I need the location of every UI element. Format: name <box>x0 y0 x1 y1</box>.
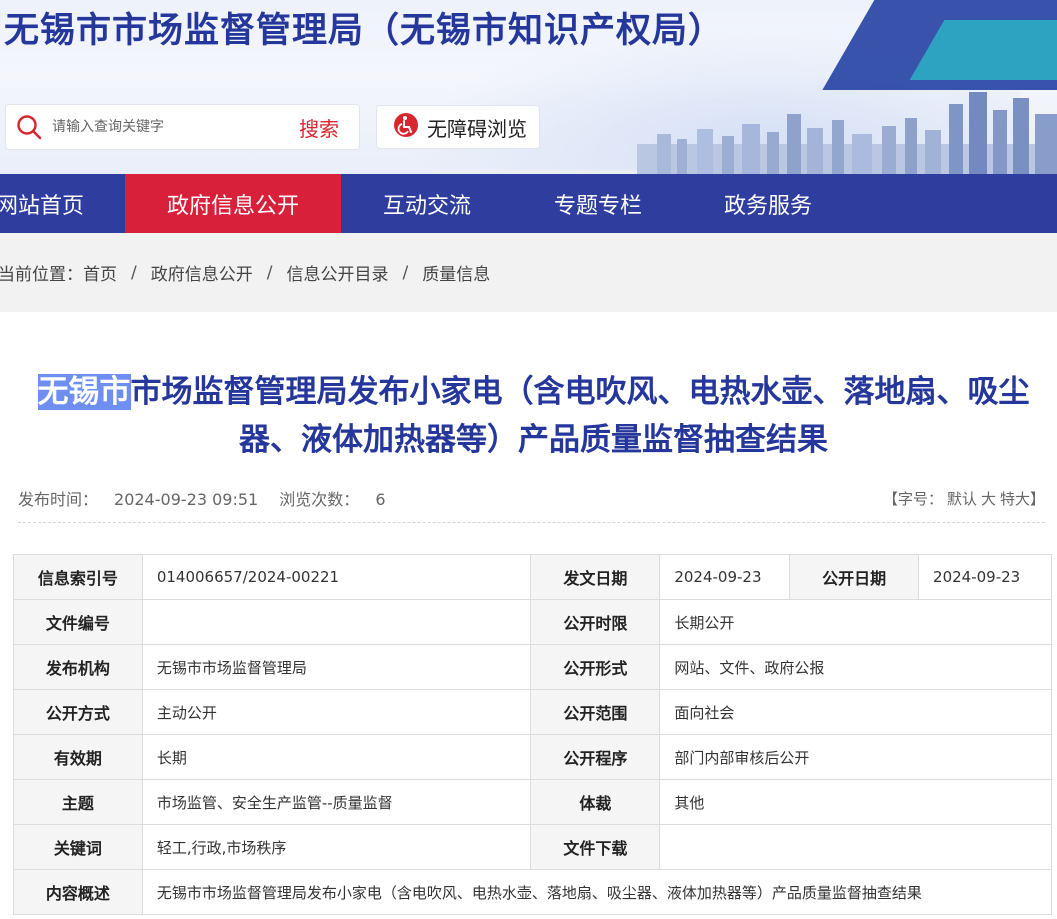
keywords-value: 轻工,行政,市场秩序 <box>141 824 532 870</box>
pub-period-label: 公开时限 <box>530 599 661 645</box>
table-row: 公开方式 主动公开 公开范围 面向社会 <box>13 689 1052 735</box>
wheelchair-icon <box>393 112 419 143</box>
nav-item-label: 专题专栏 <box>553 193 642 219</box>
table-row: 文件编号 公开时限 长期公开 <box>13 599 1052 645</box>
pub-date-label: 公开日期 <box>789 554 920 600</box>
table-row: 主题 市场监管、安全生产监管--质量监督 体裁 其他 <box>13 779 1052 825</box>
view-count: 浏览次数： 6 <box>279 490 385 509</box>
pub-scope-value: 面向社会 <box>659 689 1052 735</box>
doc-date-value: 2024-09-23 <box>659 554 791 600</box>
article-title: 无锡市市场监督管理局发布小家电（含电吹风、电热水壶、落地扇、吸尘 器、液体加热器… <box>10 368 1057 464</box>
topic-label: 主题 <box>13 779 143 825</box>
view-count-value: 6 <box>375 490 386 509</box>
keywords-label: 关键词 <box>13 824 143 870</box>
pub-proc-value: 部门内部审核后公开 <box>659 734 1052 780</box>
genre-value: 其他 <box>659 779 1052 825</box>
publish-time: 发布时间： 2024-09-23 09:51 <box>18 490 258 509</box>
nav-item-home[interactable]: 网站首页 <box>0 174 125 233</box>
genre-label: 体裁 <box>530 779 661 825</box>
pub-scope-label: 公开范围 <box>530 689 661 735</box>
accessibility-label: 无障碍浏览 <box>427 116 527 141</box>
article-meta-left: 发布时间： 2024-09-23 09:51 浏览次数： 6 <box>18 486 386 510</box>
view-count-label: 浏览次数： <box>279 490 360 509</box>
font-size-default[interactable]: 默认 <box>947 490 977 508</box>
breadcrumb: 当前位置： 首页 / 政府信息公开 / 信息公开目录 / 质量信息 <box>0 233 1057 312</box>
download-value[interactable] <box>659 824 1052 870</box>
breadcrumb-prefix: 当前位置： <box>0 265 83 285</box>
article-meta: 发布时间： 2024-09-23 09:51 浏览次数： 6 【字号： 默认大特大】 <box>18 486 1045 510</box>
table-row: 信息索引号 014006657/2024-00221 发文日期 2024-09-… <box>13 554 1052 600</box>
breadcrumb-separator: / <box>402 262 409 283</box>
article-title-line2: 器、液体加热器等）产品质量监督抽查结果 <box>239 422 828 458</box>
table-row: 有效期 长期 公开程序 部门内部审核后公开 <box>13 734 1052 780</box>
pub-proc-label: 公开程序 <box>530 734 661 780</box>
font-size-label: 【字号： <box>882 489 943 508</box>
breadcrumb-link-home[interactable]: 首页 <box>83 260 117 285</box>
org-value: 无锡市市场监督管理局 <box>141 644 532 690</box>
publish-time-value: 2024-09-23 09:51 <box>114 490 259 509</box>
divider <box>18 522 1045 523</box>
main-nav: 网站首页 政府信息公开 互动交流 专题专栏 政务服务 <box>0 174 1057 233</box>
nav-item-label: 互动交流 <box>382 193 471 219</box>
pub-method-value: 主动公开 <box>141 689 532 735</box>
search-button[interactable]: 搜索 <box>299 113 359 142</box>
topic-value: 市场监管、安全生产监管--质量监督 <box>141 779 532 825</box>
nav-item-label: 政务服务 <box>723 193 812 219</box>
index-no-label: 信息索引号 <box>13 554 143 600</box>
city-skyline-image <box>637 92 1057 174</box>
font-size-large[interactable]: 大 <box>981 490 996 508</box>
pub-period-value: 长期公开 <box>659 599 1052 645</box>
doc-date-label: 发文日期 <box>530 554 661 600</box>
summary-value: 无锡市市场监督管理局发布小家电（含电吹风、电热水壶、落地扇、吸尘器、液体加热器等… <box>141 869 1053 915</box>
nav-item-interaction[interactable]: 互动交流 <box>341 174 513 233</box>
search-box: 搜索 <box>5 104 360 150</box>
info-table: 信息索引号 014006657/2024-00221 发文日期 2024-09-… <box>13 554 1053 915</box>
title-text: 市场监督管理局发布小家电（含电吹风、电热水壶、落地扇、吸尘 <box>130 374 1030 410</box>
nav-item-special-topics[interactable]: 专题专栏 <box>513 174 683 233</box>
search-icon[interactable] <box>6 104 52 150</box>
pub-form-label: 公开形式 <box>530 644 661 690</box>
breadcrumb-separator: / <box>131 262 137 283</box>
accessibility-button[interactable]: 无障碍浏览 <box>376 105 540 149</box>
site-title: 无锡市市场监督管理局（无锡市知识产权局） <box>4 11 725 51</box>
font-size-control: 【字号： 默认大特大】 <box>883 488 1045 509</box>
validity-value: 长期 <box>141 734 532 780</box>
index-no-value: 014006657/2024-00221 <box>141 554 532 600</box>
doc-no-label: 文件编号 <box>13 599 143 645</box>
nav-item-label: 政府信息公开 <box>166 193 299 219</box>
nav-item-gov-info[interactable]: 政府信息公开 <box>125 174 341 233</box>
breadcrumb-link-catalog[interactable]: 信息公开目录 <box>286 260 388 285</box>
table-row: 发布机构 无锡市市场监督管理局 公开形式 网站、文件、政府公报 <box>13 644 1052 690</box>
breadcrumb-separator: / <box>266 262 273 283</box>
publish-time-label: 发布时间： <box>18 490 99 509</box>
article-title-line1: 无锡市市场监督管理局发布小家电（含电吹风、电热水壶、落地扇、吸尘 <box>10 368 1057 416</box>
table-row: 内容概述 无锡市市场监督管理局发布小家电（含电吹风、电热水壶、落地扇、吸尘器、液… <box>13 869 1053 915</box>
validity-label: 有效期 <box>13 734 143 780</box>
download-label: 文件下载 <box>530 824 661 870</box>
breadcrumb-link-gov-info[interactable]: 政府信息公开 <box>151 260 253 285</box>
summary-label: 内容概述 <box>13 869 143 915</box>
doc-no-value <box>141 599 532 645</box>
search-input[interactable] <box>52 107 299 147</box>
breadcrumb-link-quality[interactable]: 质量信息 <box>422 260 490 285</box>
pub-form-value: 网站、文件、政府公报 <box>659 644 1052 690</box>
nav-item-gov-services[interactable]: 政务服务 <box>683 174 853 233</box>
org-label: 发布机构 <box>13 644 143 690</box>
table-row: 关键词 轻工,行政,市场秩序 文件下载 <box>13 824 1052 870</box>
nav-item-label: 网站首页 <box>0 193 85 219</box>
title-highlight: 无锡市 <box>37 374 131 410</box>
font-size-xlarge[interactable]: 特大】 <box>1000 490 1045 508</box>
header-banner: 无锡市市场监督管理局（无锡市知识产权局） 搜索 无障碍浏览 <box>0 0 1057 174</box>
pub-method-label: 公开方式 <box>13 689 143 735</box>
pub-date-value: 2024-09-23 <box>918 554 1052 600</box>
